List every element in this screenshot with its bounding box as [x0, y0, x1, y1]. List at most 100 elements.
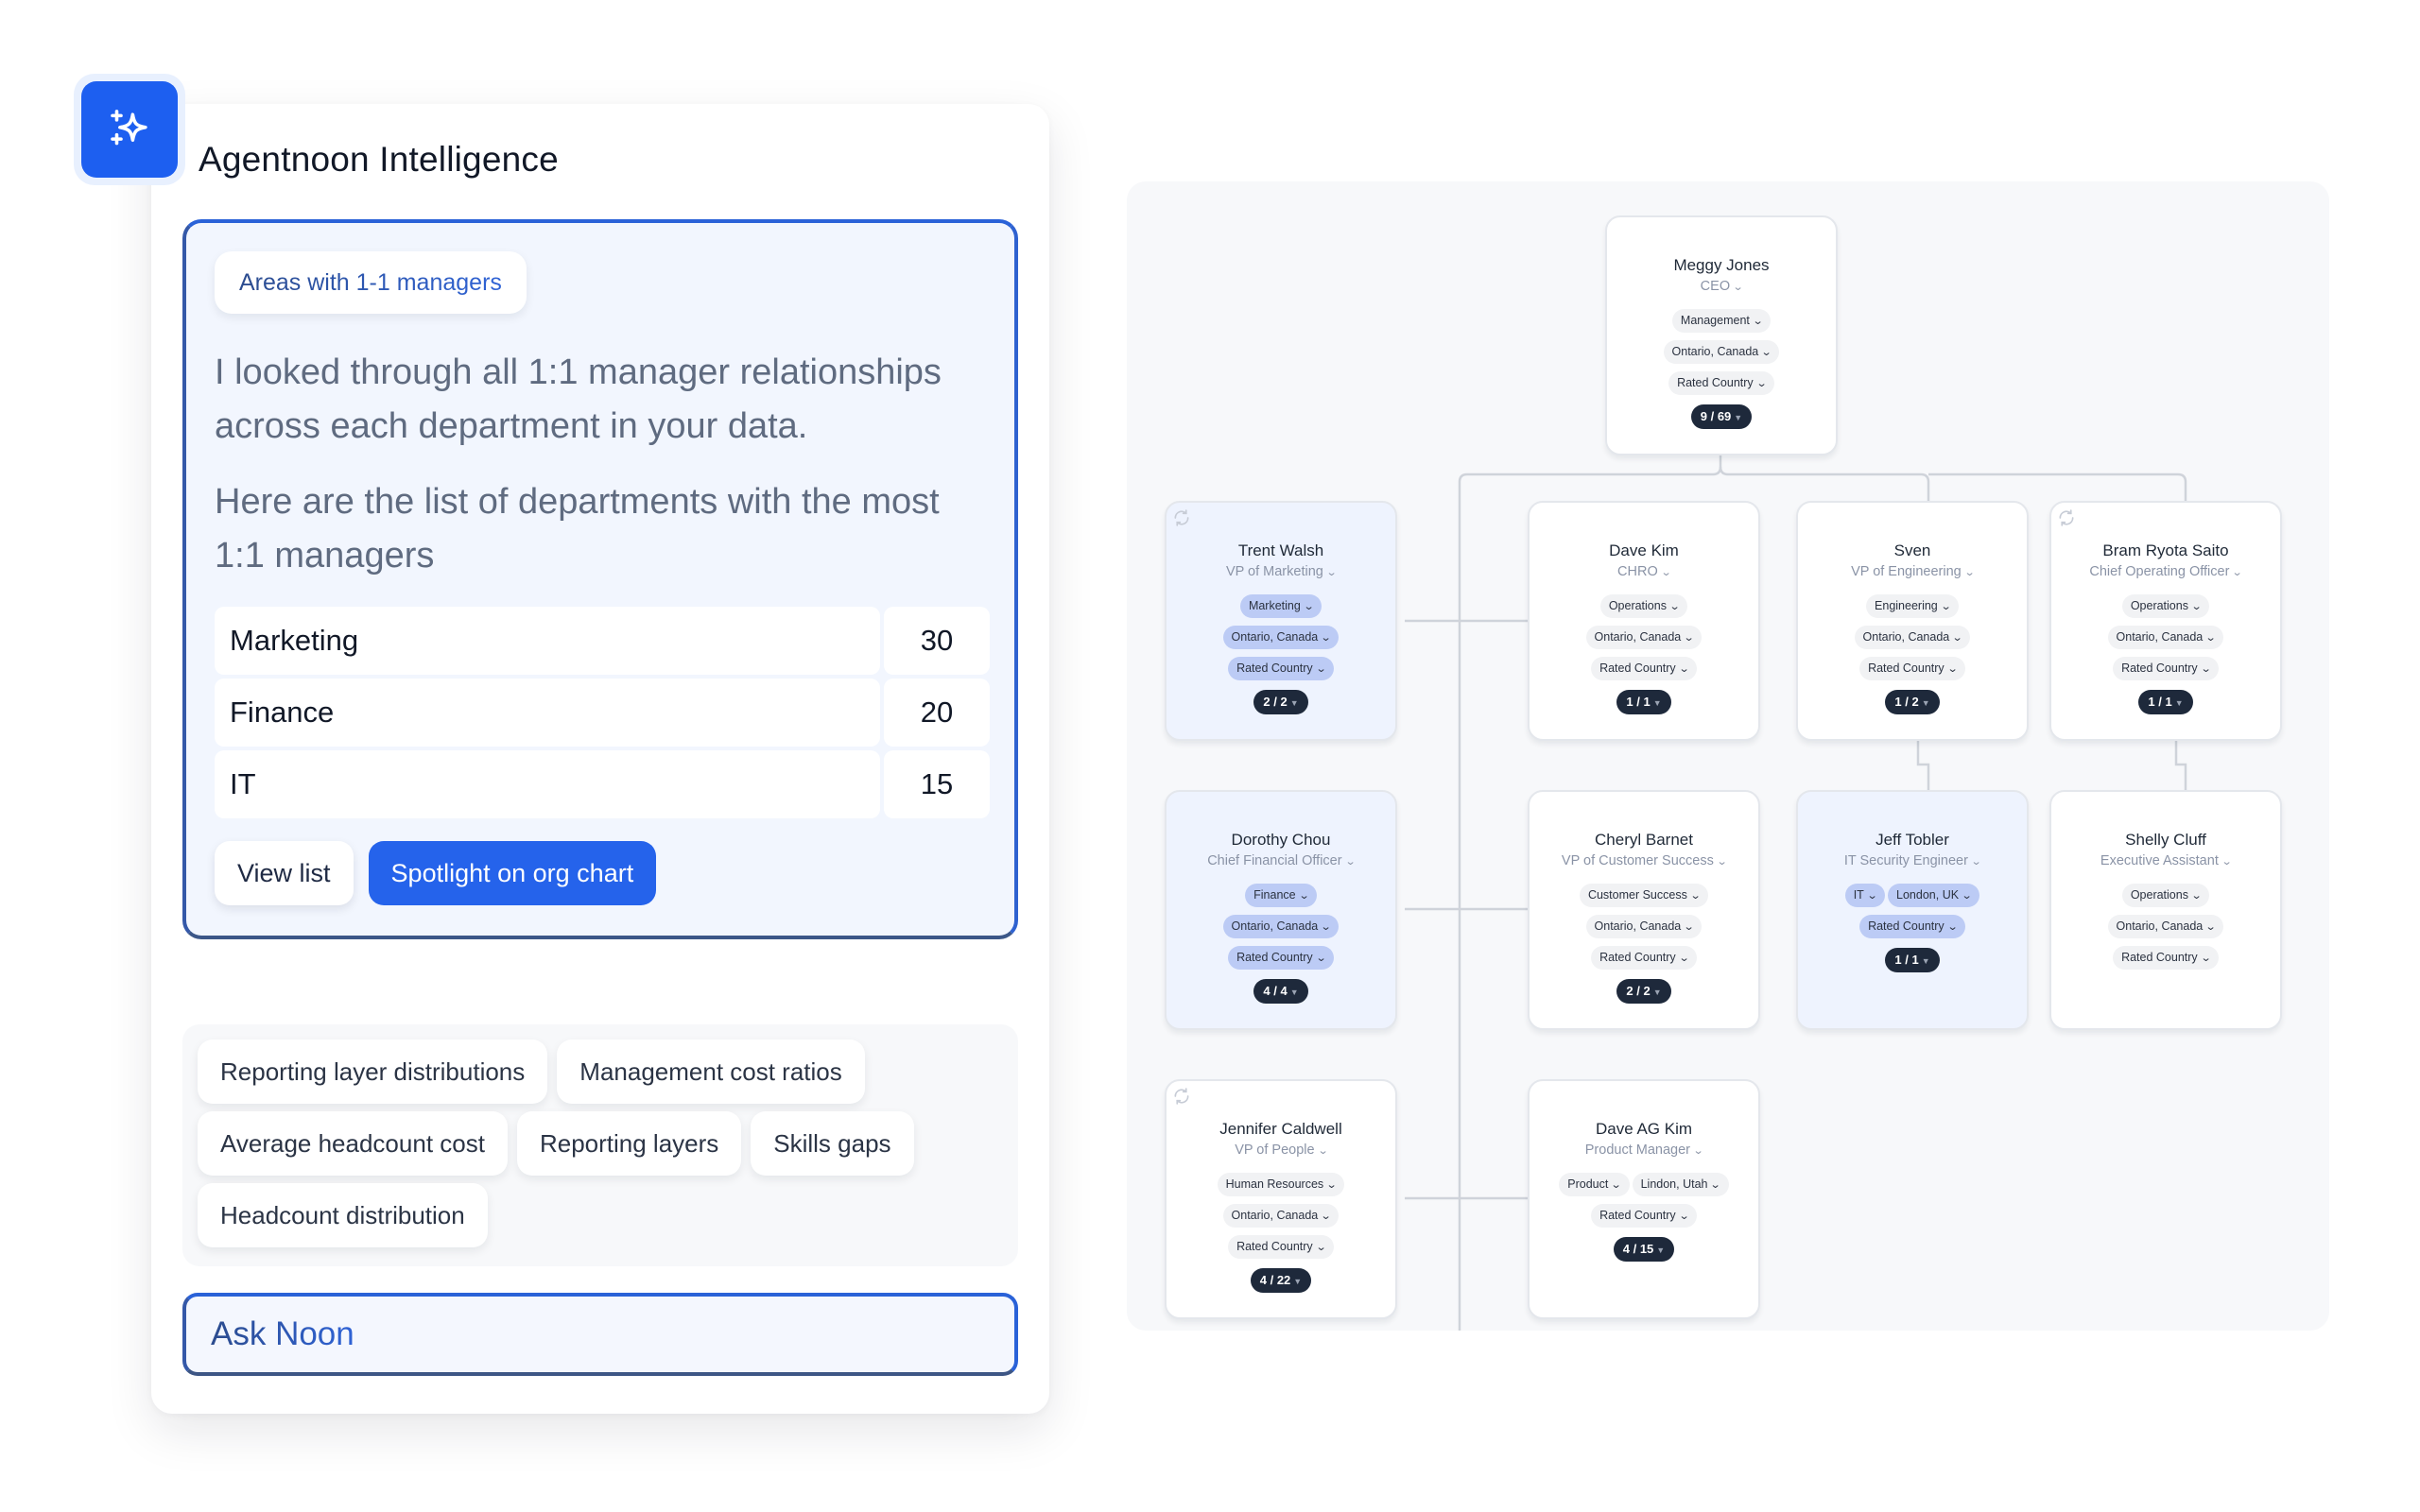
suggestion-list: Reporting layer distributions Management…	[182, 1024, 1018, 1266]
reports-count-badge[interactable]: 2 / 2 ▼	[1253, 690, 1308, 714]
suggestion-chip[interactable]: Headcount distribution	[198, 1183, 488, 1247]
org-node-shelly[interactable]: Shelly Cluff Executive Assistant ⌄ Operat…	[2049, 790, 2282, 1030]
org-node-dorothy[interactable]: Dorothy Chou Chief Financial Officer ⌄ Fi…	[1165, 790, 1397, 1030]
attribute-tag-dropdown[interactable]: Rated Country ⌄	[1859, 657, 1965, 680]
attribute-tag-label: Rated Country	[1236, 1240, 1313, 1253]
ask-noon-input[interactable]: Ask Noon	[182, 1293, 1018, 1376]
spotlight-org-chart-button[interactable]: Spotlight on org chart	[368, 841, 657, 905]
attribute-tag-dropdown[interactable]: Marketing ⌄	[1239, 594, 1322, 618]
suggestion-chip[interactable]: Reporting layers	[516, 1111, 742, 1176]
employee-name: Sven	[1893, 541, 1931, 559]
attribute-tag-dropdown[interactable]: Rated Country ⌄	[1228, 1235, 1334, 1259]
attribute-tag-dropdown[interactable]: Engineering ⌄	[1866, 594, 1959, 618]
org-node-sven[interactable]: Sven VP of Engineering ⌄ Engineering ⌄ Onta…	[1796, 501, 2029, 741]
employee-tags: Finance ⌄ Ontario, Canada ⌄ Rated Country ⌄	[1167, 884, 1395, 970]
chevron-down-icon: ▼	[1734, 413, 1743, 422]
org-node-ceo[interactable]: Meggy Jones CEO ⌄ Management ⌄ Ontario, Can…	[1605, 215, 1838, 455]
reports-count-badge[interactable]: 1 / 1 ▼	[1885, 948, 1940, 972]
attribute-tag-dropdown[interactable]: Rated Country ⌄	[2113, 657, 2219, 680]
employee-role-dropdown[interactable]: Product Manager ⌄	[1530, 1140, 1758, 1161]
refresh-icon[interactable]	[2057, 508, 2076, 527]
attribute-tag-dropdown[interactable]: Operations ⌄	[2121, 594, 2210, 618]
suggestion-chip[interactable]: Skills gaps	[751, 1111, 914, 1176]
suggestion-chip[interactable]: Reporting layer distributions	[198, 1040, 548, 1104]
org-node-jennifer[interactable]: Jennifer Caldwell VP of People ⌄ Human Re…	[1165, 1079, 1397, 1319]
attribute-tag-dropdown[interactable]: Rated Country ⌄	[1591, 657, 1697, 680]
chevron-down-icon: ⌄	[1315, 1242, 1327, 1253]
attribute-tag-dropdown[interactable]: Operations ⌄	[1599, 594, 1688, 618]
employee-role-dropdown[interactable]: CEO ⌄	[1607, 276, 1836, 298]
reports-count-badge[interactable]: 9 / 69 ▼	[1690, 404, 1753, 429]
attribute-tag-dropdown[interactable]: Finance ⌄	[1245, 884, 1317, 907]
app-logo	[74, 74, 185, 185]
employee-role-dropdown[interactable]: Chief Financial Officer ⌄	[1167, 850, 1395, 872]
reports-count-badge[interactable]: 4 / 15 ▼	[1613, 1237, 1675, 1262]
attribute-tag-dropdown[interactable]: Rated Country ⌄	[1228, 657, 1334, 680]
reports-count-badge[interactable]: 4 / 22 ▼	[1250, 1268, 1312, 1293]
attribute-tag-dropdown[interactable]: Rated Country ⌄	[1668, 371, 1774, 395]
attribute-tag-dropdown[interactable]: Ontario, Canada ⌄	[1222, 626, 1340, 649]
employee-role-dropdown[interactable]: VP of Customer Success ⌄	[1530, 850, 1758, 872]
attribute-tag-dropdown[interactable]: IT ⌄	[1844, 884, 1886, 907]
attribute-tag-dropdown[interactable]: Rated Country ⌄	[1591, 946, 1697, 970]
attribute-tag-dropdown[interactable]: Rated Country ⌄	[1228, 946, 1334, 970]
suggestion-chip[interactable]: Average headcount cost	[198, 1111, 508, 1176]
chevron-down-icon: ⌄	[2190, 601, 2203, 612]
employee-role-dropdown[interactable]: CHRO ⌄	[1530, 561, 1758, 583]
attribute-tag-dropdown[interactable]: Ontario, Canada ⌄	[1585, 915, 1703, 938]
org-node-bram[interactable]: Bram Ryota Saito Chief Operating Officer…	[2049, 501, 2282, 741]
table-row: IT 15	[215, 750, 990, 818]
chevron-down-icon: ⌄	[1710, 1179, 1722, 1191]
attribute-tag-dropdown[interactable]: Ontario, Canada ⌄	[1585, 626, 1703, 649]
attribute-tag-dropdown[interactable]: Rated Country ⌄	[1859, 915, 1965, 938]
employee-role-dropdown[interactable]: Executive Assistant ⌄	[2051, 850, 2280, 872]
attribute-tag-dropdown[interactable]: Management ⌄	[1671, 309, 1772, 333]
attribute-tag-dropdown[interactable]: Rated Country ⌄	[2113, 946, 2219, 970]
employee-role-dropdown[interactable]: IT Security Engineer ⌄	[1798, 850, 2027, 872]
org-node-jeff[interactable]: Jeff Tobler IT Security Engineer ⌄ IT ⌄ Lon…	[1796, 790, 2029, 1030]
attribute-tag-dropdown[interactable]: Human Resources ⌄	[1217, 1173, 1345, 1196]
org-node-cheryl[interactable]: Cheryl Barnet VP of Customer Success ⌄ Cu…	[1528, 790, 1760, 1030]
employee-role-dropdown[interactable]: VP of People ⌄	[1167, 1140, 1395, 1161]
org-node-davekim[interactable]: Dave Kim CHRO ⌄ Operations ⌄ Ontario, Canad…	[1528, 501, 1760, 741]
attribute-tag-dropdown[interactable]: Customer Success ⌄	[1579, 884, 1709, 907]
refresh-icon[interactable]	[1172, 1087, 1191, 1106]
attribute-tag-dropdown[interactable]: Ontario, Canada ⌄	[1222, 915, 1340, 938]
org-node-daveag[interactable]: Dave AG Kim Product Manager ⌄ Product ⌄ Lin…	[1528, 1079, 1760, 1319]
connector-line	[2174, 741, 2187, 792]
employee-role-dropdown[interactable]: VP of Engineering ⌄	[1798, 561, 2027, 583]
reports-count-badge[interactable]: 1 / 1 ▼	[2138, 690, 2193, 714]
reports-count-badge[interactable]: 2 / 2 ▼	[1616, 979, 1671, 1004]
attribute-tag-dropdown[interactable]: Ontario, Canada ⌄	[1854, 626, 1971, 649]
attribute-tag-dropdown[interactable]: Lindon, Utah ⌄	[1632, 1173, 1729, 1196]
employee-name: Cheryl Barnet	[1595, 831, 1693, 849]
department-name: Finance	[215, 679, 880, 747]
employee-name: Jeff Tobler	[1876, 831, 1949, 849]
employee-name: Shelly Cluff	[2125, 831, 2206, 849]
table-row: Finance 20	[215, 679, 990, 747]
chevron-down-icon: ▼	[1289, 698, 1299, 708]
department-count: 15	[884, 750, 990, 818]
reports-count: 1 / 1	[1626, 695, 1651, 709]
attribute-tag-dropdown[interactable]: Product ⌄	[1559, 1173, 1630, 1196]
chevron-down-icon: ▼	[1652, 698, 1662, 708]
org-node-trent[interactable]: Trent Walsh VP of Marketing ⌄ Marketing ⌄ O…	[1165, 501, 1397, 741]
reports-count-badge[interactable]: 1 / 2 ▼	[1885, 690, 1940, 714]
attribute-tag-dropdown[interactable]: Ontario, Canada ⌄	[2107, 915, 2224, 938]
attribute-tag-dropdown[interactable]: Ontario, Canada ⌄	[1222, 1204, 1340, 1228]
refresh-icon[interactable]	[1172, 508, 1191, 527]
reports-count-badge[interactable]: 4 / 4 ▼	[1253, 979, 1308, 1004]
attribute-tag-dropdown[interactable]: Ontario, Canada ⌄	[2107, 626, 2224, 649]
attribute-tag-dropdown[interactable]: Operations ⌄	[2121, 884, 2210, 907]
employee-role-dropdown[interactable]: Chief Operating Officer ⌄	[2051, 561, 2280, 583]
employee-tags: Product ⌄ Lindon, Utah ⌄ Rated Country ⌄	[1530, 1173, 1758, 1228]
connector-line	[1928, 472, 2187, 501]
attribute-tag-dropdown[interactable]: London, UK ⌄	[1888, 884, 1980, 907]
employee-role-dropdown[interactable]: VP of Marketing ⌄	[1167, 561, 1395, 583]
suggestion-chip[interactable]: Management cost ratios	[557, 1040, 865, 1104]
attribute-tag-label: Customer Success	[1587, 888, 1687, 902]
attribute-tag-dropdown[interactable]: Ontario, Canada ⌄	[1663, 340, 1780, 364]
reports-count-badge[interactable]: 1 / 1 ▼	[1616, 690, 1671, 714]
view-list-button[interactable]: View list	[215, 841, 354, 905]
attribute-tag-dropdown[interactable]: Rated Country ⌄	[1591, 1204, 1697, 1228]
